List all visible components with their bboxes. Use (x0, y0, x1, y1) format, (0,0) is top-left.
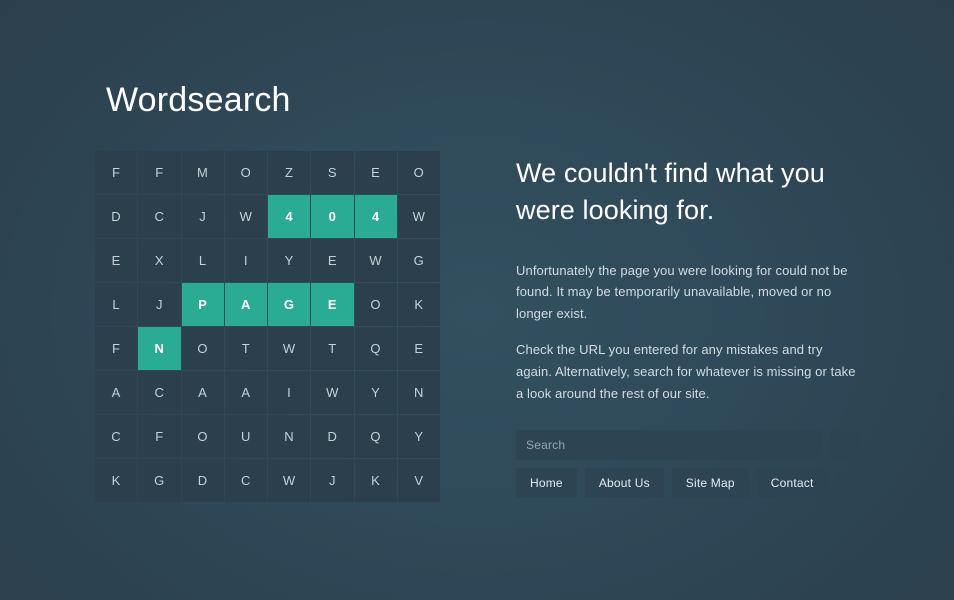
wordsearch-grid: FFMOZSEODCJW404WEXLIYEWGLJPAGEOKFNOTWTQE… (95, 151, 440, 502)
wordsearch-cell[interactable]: O (224, 151, 267, 194)
wordsearch-cell[interactable]: W (268, 327, 311, 370)
wordsearch-cell[interactable]: L (95, 283, 138, 326)
wordsearch-cell[interactable]: I (268, 371, 311, 414)
wordsearch-cell[interactable]: J (311, 459, 354, 502)
wordsearch-cell[interactable]: W (268, 459, 311, 502)
wordsearch-cell[interactable]: G (138, 459, 181, 502)
wordsearch-cell[interactable]: O (354, 283, 397, 326)
wordsearch-cell[interactable]: G (397, 239, 440, 282)
wordsearch-cell[interactable]: G (268, 283, 311, 326)
wordsearch-cell[interactable]: N (138, 327, 181, 370)
wordsearch-cell[interactable]: W (224, 195, 267, 238)
wordsearch-cell[interactable]: V (397, 459, 440, 502)
error-description: Unfortunately the page you were looking … (516, 260, 861, 405)
wordsearch-cell[interactable]: C (224, 459, 267, 502)
error-paragraph-1: Unfortunately the page you were looking … (516, 262, 848, 322)
wordsearch-cell[interactable]: A (224, 283, 267, 326)
wordsearch-cell[interactable]: Z (268, 151, 311, 194)
wordsearch-cell[interactable]: W (397, 195, 440, 238)
wordsearch-cell[interactable]: 4 (268, 195, 311, 238)
wordsearch-cell[interactable]: K (354, 459, 397, 502)
wordsearch-cell[interactable]: J (181, 195, 224, 238)
error-content-column: We couldn't find what you were looking f… (516, 155, 861, 499)
wordsearch-cell[interactable]: E (95, 239, 138, 282)
wordsearch-cell[interactable]: X (138, 239, 181, 282)
wordsearch-cell[interactable]: E (397, 327, 440, 370)
wordsearch-cell[interactable]: Y (354, 371, 397, 414)
wordsearch-cell[interactable]: D (311, 415, 354, 458)
error-page-root: Wordsearch FFMOZSEODCJW404WEXLIYEWGLJPAG… (0, 0, 954, 600)
wordsearch-cell[interactable]: T (311, 327, 354, 370)
nav-button-site-map[interactable]: Site Map (671, 468, 749, 499)
page-title: Wordsearch (106, 81, 291, 119)
wordsearch-cell[interactable]: A (224, 371, 267, 414)
search-submit-button[interactable] (830, 430, 860, 461)
wordsearch-cell[interactable]: Y (268, 239, 311, 282)
wordsearch-cell[interactable]: K (397, 283, 440, 326)
wordsearch-cell[interactable]: C (138, 195, 181, 238)
wordsearch-cell[interactable]: K (95, 459, 138, 502)
wordsearch-cell[interactable]: S (311, 151, 354, 194)
wordsearch-cell[interactable]: 0 (311, 195, 354, 238)
wordsearch-cell[interactable]: Q (354, 327, 397, 370)
social-icon-2[interactable] (851, 468, 861, 499)
wordsearch-cell[interactable]: I (224, 239, 267, 282)
wordsearch-cell[interactable]: E (311, 283, 354, 326)
wordsearch-cell[interactable]: D (181, 459, 224, 502)
nav-button-home[interactable]: Home (516, 468, 577, 499)
error-paragraph-2: Check the URL you entered for any mistak… (516, 341, 856, 401)
wordsearch-cell[interactable]: L (181, 239, 224, 282)
wordsearch-cell[interactable]: O (181, 415, 224, 458)
nav-row: Home About Us Site Map Contact (516, 468, 861, 499)
search-row (516, 430, 861, 461)
wordsearch-cell[interactable]: 4 (354, 195, 397, 238)
wordsearch-cell[interactable]: P (181, 283, 224, 326)
wordsearch-cell[interactable]: J (138, 283, 181, 326)
wordsearch-cell[interactable]: C (138, 371, 181, 414)
nav-button-contact[interactable]: Contact (756, 468, 828, 499)
wordsearch-cell[interactable]: E (354, 151, 397, 194)
wordsearch-cell[interactable]: C (95, 415, 138, 458)
wordsearch-cell[interactable]: O (397, 151, 440, 194)
search-input[interactable] (516, 430, 822, 461)
nav-button-about-us[interactable]: About Us (584, 468, 664, 499)
wordsearch-cell[interactable]: F (95, 327, 138, 370)
wordsearch-cell[interactable]: W (311, 371, 354, 414)
error-headline: We couldn't find what you were looking f… (516, 158, 825, 226)
wordsearch-cell[interactable]: M (181, 151, 224, 194)
wordsearch-cell[interactable]: F (138, 415, 181, 458)
wordsearch-cell[interactable]: N (268, 415, 311, 458)
wordsearch-cell[interactable]: T (224, 327, 267, 370)
wordsearch-cell[interactable]: W (354, 239, 397, 282)
wordsearch-cell[interactable]: U (224, 415, 267, 458)
wordsearch-cell[interactable]: Y (397, 415, 440, 458)
wordsearch-cell[interactable]: D (95, 195, 138, 238)
wordsearch-cell[interactable]: F (95, 151, 138, 194)
wordsearch-cell[interactable]: A (181, 371, 224, 414)
wordsearch-cell[interactable]: F (138, 151, 181, 194)
wordsearch-cell[interactable]: N (397, 371, 440, 414)
wordsearch-cell[interactable]: E (311, 239, 354, 282)
wordsearch-cell[interactable]: O (181, 327, 224, 370)
wordsearch-cell[interactable]: A (95, 371, 138, 414)
social-icon-1[interactable] (835, 468, 844, 499)
wordsearch-cell[interactable]: Q (354, 415, 397, 458)
